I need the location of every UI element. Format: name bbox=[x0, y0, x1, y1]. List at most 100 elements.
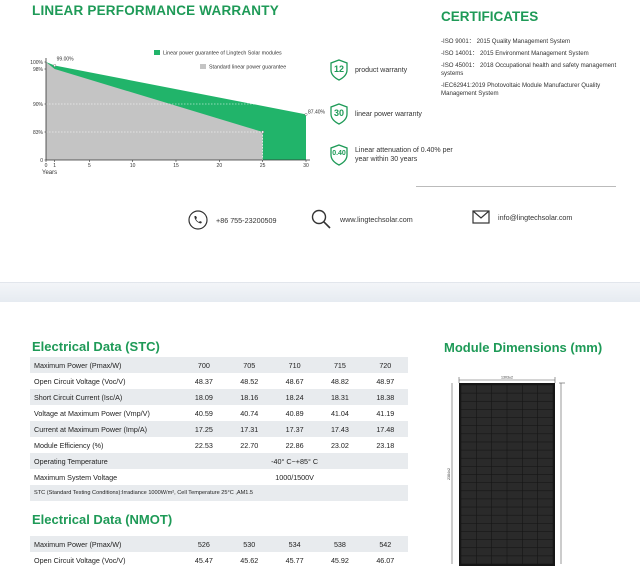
row-value: 17.37 bbox=[271, 421, 318, 437]
width-dimension-label: 1303±2 bbox=[501, 376, 513, 380]
certificate-item: -ISO 45001： 2018 Occupational health and… bbox=[441, 62, 617, 77]
legend-label-green: Linear power guarantee of Lingtech Solar… bbox=[163, 51, 282, 57]
solar-cell bbox=[537, 466, 553, 475]
table-row: Operating Temperature -40° C~+85° C bbox=[30, 453, 408, 469]
warranty-panel: LINEAR PERFORMANCE WARRANTY 100% 98% 90% 83… bbox=[0, 0, 640, 282]
email-address: info@lingtechsolar.com bbox=[498, 212, 573, 222]
solar-cell bbox=[461, 450, 477, 458]
solar-cell bbox=[507, 499, 523, 507]
solar-cell bbox=[537, 539, 553, 548]
row-value: 18.38 bbox=[362, 389, 408, 405]
row-value: 48.37 bbox=[181, 373, 227, 389]
x-tick-label: 30 bbox=[303, 163, 309, 169]
solar-cell bbox=[476, 523, 492, 532]
solar-cell bbox=[522, 442, 538, 450]
contact-website[interactable]: www.lingtechsolar.com bbox=[310, 208, 413, 230]
row-label: Short Circuit Current (Isc/A) bbox=[30, 389, 182, 405]
row-label: Maximum Power (Pmax/W) bbox=[30, 536, 182, 552]
row-value: 22.70 bbox=[226, 437, 272, 453]
row-value: 17.25 bbox=[181, 421, 227, 437]
solar-cell bbox=[461, 556, 477, 564]
solar-cell bbox=[461, 548, 477, 556]
solar-cell bbox=[461, 393, 477, 401]
row-value: 22.53 bbox=[181, 437, 227, 453]
contact-phone[interactable]: +86 755-23200509 bbox=[188, 210, 277, 230]
row-value: 41.04 bbox=[317, 405, 363, 421]
solar-cell bbox=[522, 523, 538, 532]
solar-cell bbox=[537, 531, 553, 540]
solar-cell bbox=[522, 499, 538, 507]
solar-cell bbox=[461, 442, 477, 450]
table-row: Open Circuit Voltage (Voc/V) 48.37 48.52 48… bbox=[30, 373, 408, 389]
table-row: Short Circuit Current (Isc/A) 18.09 18.16 1… bbox=[30, 389, 408, 405]
solar-cell bbox=[507, 458, 523, 467]
row-label: Current at Maximum Power (Imp/A) bbox=[30, 421, 182, 437]
table-row: Current at Maximum Power (Imp/A) 17.25 17.… bbox=[30, 421, 408, 437]
shield-30-icon: 30 bbox=[329, 103, 349, 125]
table-row: STC (Standard Testing Conditions):Irradi… bbox=[30, 485, 408, 501]
row-value: 538 bbox=[317, 536, 363, 552]
row-value: 715 bbox=[317, 357, 363, 373]
solar-cell bbox=[461, 425, 477, 434]
table-row: Maximum System Voltage 1000/1500V bbox=[30, 469, 408, 485]
feature-product-warranty: 12 product warranty bbox=[329, 59, 407, 81]
solar-cell bbox=[461, 466, 477, 475]
solar-cell bbox=[476, 393, 492, 401]
solar-cell bbox=[507, 556, 523, 564]
website-link: www.lingtechsolar.com bbox=[340, 214, 413, 224]
solar-cell bbox=[507, 539, 523, 548]
solar-cell bbox=[476, 417, 492, 426]
stc-title: Electrical Data (STC) bbox=[32, 339, 160, 354]
row-value: 45.77 bbox=[271, 552, 318, 566]
solar-cell bbox=[537, 458, 553, 467]
row-value: 45.92 bbox=[317, 552, 363, 566]
x-axis-caption: Years bbox=[42, 170, 57, 176]
solar-cell bbox=[522, 385, 538, 393]
solar-cell bbox=[507, 507, 523, 515]
solar-cell bbox=[507, 417, 523, 426]
y-tick-label: 83% bbox=[33, 130, 44, 136]
module-dimensions-drawing: 1303±2 2384±2 bbox=[447, 376, 565, 566]
solar-cell bbox=[522, 531, 538, 540]
solar-cell bbox=[507, 466, 523, 475]
row-value: 48.82 bbox=[317, 373, 363, 389]
solar-cell bbox=[491, 450, 507, 458]
table-row: Open Circuit Voltage (Voc/V) 45.47 45.62 45… bbox=[30, 552, 408, 566]
solar-cell bbox=[476, 385, 492, 393]
row-value: 1000/1500V bbox=[181, 469, 408, 485]
solar-cell bbox=[476, 515, 492, 524]
solar-cell bbox=[476, 531, 492, 540]
row-value: 720 bbox=[362, 357, 408, 373]
certificates-title: CERTIFICATES bbox=[441, 9, 539, 24]
solar-cell bbox=[522, 417, 538, 426]
certificates-list: -ISO 9001： 2015 Quality Management Syste… bbox=[441, 38, 631, 102]
contact-email[interactable]: info@lingtechsolar.com bbox=[472, 210, 572, 224]
solar-cell bbox=[522, 425, 538, 434]
solar-cell bbox=[537, 434, 553, 442]
row-value: -40° C~+85° C bbox=[181, 453, 408, 469]
phone-number: +86 755-23200509 bbox=[216, 215, 277, 225]
stc-note: STC (Standard Testing Conditions):Irradi… bbox=[30, 485, 408, 501]
solar-cell bbox=[537, 523, 553, 532]
solar-cell bbox=[522, 466, 538, 475]
row-value: 23.18 bbox=[362, 437, 408, 453]
solar-cell bbox=[491, 425, 507, 434]
solar-cell bbox=[491, 434, 507, 442]
solar-cell bbox=[491, 491, 507, 499]
x-tick-label: 1 bbox=[53, 163, 56, 169]
table-row: Voltage at Maximum Power (Vmp/V) 40.59 40.… bbox=[30, 405, 408, 421]
feature-text: Linear attenuation of 0.40% per year wit… bbox=[355, 147, 453, 163]
solar-cell bbox=[461, 491, 477, 499]
solar-cell bbox=[461, 523, 477, 532]
row-value: 18.24 bbox=[271, 389, 318, 405]
solar-cell bbox=[476, 482, 492, 491]
data-point bbox=[304, 113, 308, 116]
row-value: 542 bbox=[362, 536, 408, 552]
solar-cell bbox=[476, 556, 492, 564]
section-separator bbox=[0, 282, 640, 302]
solar-cell bbox=[476, 442, 492, 450]
solar-cell bbox=[491, 531, 507, 540]
solar-cell bbox=[491, 515, 507, 524]
solar-cell bbox=[507, 515, 523, 524]
divider bbox=[416, 186, 616, 187]
